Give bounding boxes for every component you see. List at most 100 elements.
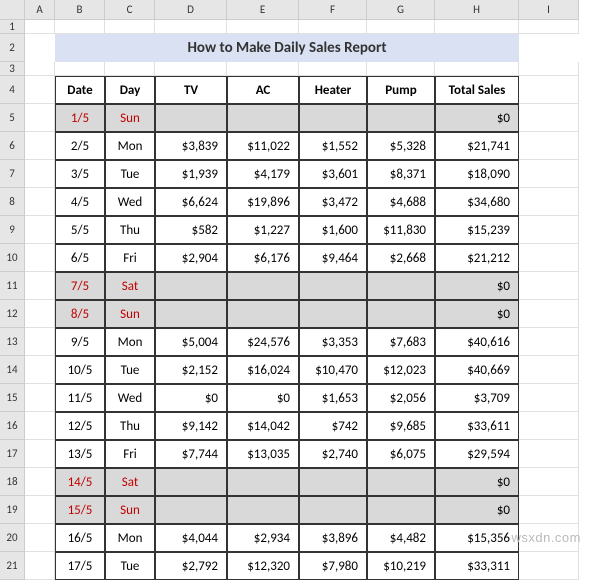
cell-heater[interactable] — [299, 104, 367, 132]
cell-ac[interactable]: $4,179 — [227, 160, 299, 188]
cell-tv[interactable]: $2,904 — [155, 244, 227, 272]
cell-tv[interactable] — [155, 300, 227, 328]
cell-total[interactable]: $33,611 — [435, 412, 519, 440]
cell[interactable] — [519, 188, 579, 216]
cell-ac[interactable] — [227, 496, 299, 524]
cell-total[interactable]: $21,741 — [435, 132, 519, 160]
cell[interactable] — [519, 300, 579, 328]
cell-day[interactable]: Thu — [105, 216, 155, 244]
cell[interactable] — [435, 62, 519, 76]
cell-heater[interactable] — [299, 300, 367, 328]
cell-day[interactable]: Sun — [105, 300, 155, 328]
cell-heater[interactable]: $9,464 — [299, 244, 367, 272]
cell[interactable] — [25, 160, 55, 188]
cell[interactable] — [25, 412, 55, 440]
column-header[interactable]: B — [55, 0, 105, 20]
cell-ac[interactable]: $13,035 — [227, 440, 299, 468]
cell-heater[interactable]: $1,600 — [299, 216, 367, 244]
cell-day[interactable]: Tue — [105, 356, 155, 384]
cell-total[interactable]: $0 — [435, 468, 519, 496]
cell-pump[interactable] — [367, 272, 435, 300]
cell[interactable] — [25, 76, 55, 104]
column-header[interactable]: D — [155, 0, 227, 20]
cell-tv[interactable]: $2,792 — [155, 552, 227, 580]
cell-pump[interactable]: $2,668 — [367, 244, 435, 272]
cell-day[interactable]: Sun — [105, 104, 155, 132]
row-header[interactable]: 14 — [0, 356, 25, 384]
cell-total[interactable]: $15,356 — [435, 524, 519, 552]
cell-pump[interactable]: $10,219 — [367, 552, 435, 580]
cell[interactable] — [25, 272, 55, 300]
cell[interactable] — [367, 20, 435, 34]
row-header[interactable]: 5 — [0, 104, 25, 132]
cell-date[interactable]: 6/5 — [55, 244, 105, 272]
cell-total[interactable]: $0 — [435, 272, 519, 300]
row-header[interactable]: 1 — [0, 20, 25, 34]
cell-ac[interactable] — [227, 272, 299, 300]
cell[interactable] — [25, 496, 55, 524]
column-header[interactable]: F — [299, 0, 367, 20]
cell-total[interactable]: $21,212 — [435, 244, 519, 272]
cell-date[interactable]: 15/5 — [55, 496, 105, 524]
cell-total[interactable]: $40,616 — [435, 328, 519, 356]
cell-tv[interactable] — [155, 496, 227, 524]
cell[interactable] — [519, 244, 579, 272]
cell-ac[interactable] — [227, 104, 299, 132]
cell[interactable] — [25, 328, 55, 356]
cell-day[interactable]: Mon — [105, 328, 155, 356]
cell-tv[interactable]: $9,142 — [155, 412, 227, 440]
row-header[interactable]: 19 — [0, 496, 25, 524]
cell[interactable] — [519, 160, 579, 188]
cell-total[interactable]: $40,669 — [435, 356, 519, 384]
cell-heater[interactable] — [299, 272, 367, 300]
cell-date[interactable]: 12/5 — [55, 412, 105, 440]
cell[interactable] — [25, 300, 55, 328]
row-header[interactable]: 4 — [0, 76, 25, 104]
cell-pump[interactable]: $6,075 — [367, 440, 435, 468]
cell[interactable] — [519, 104, 579, 132]
cell[interactable] — [25, 524, 55, 552]
cell-heater[interactable]: $10,470 — [299, 356, 367, 384]
cell-day[interactable]: Sun — [105, 496, 155, 524]
row-header[interactable]: 2 — [0, 34, 25, 62]
row-header[interactable]: 3 — [0, 62, 25, 76]
cell-pump[interactable] — [367, 496, 435, 524]
cell[interactable] — [519, 412, 579, 440]
cell-heater[interactable] — [299, 496, 367, 524]
cell-ac[interactable]: $14,042 — [227, 412, 299, 440]
select-all-corner[interactable] — [0, 0, 25, 20]
cell[interactable] — [105, 62, 155, 76]
column-header[interactable]: A — [25, 0, 55, 20]
cell-total[interactable]: $0 — [435, 104, 519, 132]
header-ac[interactable]: AC — [227, 76, 299, 104]
column-header[interactable]: G — [367, 0, 435, 20]
cell-heater[interactable]: $3,472 — [299, 188, 367, 216]
cell[interactable] — [55, 20, 105, 34]
cell-total[interactable]: $0 — [435, 300, 519, 328]
cell[interactable] — [519, 272, 579, 300]
cell-pump[interactable]: $5,328 — [367, 132, 435, 160]
cell-pump[interactable]: $4,482 — [367, 524, 435, 552]
cell[interactable] — [155, 20, 227, 34]
cell-day[interactable]: Mon — [105, 524, 155, 552]
cell-day[interactable]: Thu — [105, 412, 155, 440]
cell-tv[interactable]: $582 — [155, 216, 227, 244]
cell-heater[interactable]: $7,980 — [299, 552, 367, 580]
cell-date[interactable]: 4/5 — [55, 188, 105, 216]
cell-tv[interactable] — [155, 272, 227, 300]
cell-heater[interactable]: $742 — [299, 412, 367, 440]
row-header[interactable]: 17 — [0, 440, 25, 468]
cell-total[interactable]: $3,709 — [435, 384, 519, 412]
cell[interactable] — [25, 104, 55, 132]
cell-heater[interactable] — [299, 468, 367, 496]
cell-day[interactable]: Mon — [105, 132, 155, 160]
row-header[interactable]: 9 — [0, 216, 25, 244]
cell-total[interactable]: $18,090 — [435, 160, 519, 188]
cell-total[interactable]: $29,594 — [435, 440, 519, 468]
cell-total[interactable]: $15,239 — [435, 216, 519, 244]
cell-total[interactable]: $34,680 — [435, 188, 519, 216]
cell-day[interactable]: Sat — [105, 468, 155, 496]
cell-day[interactable]: Tue — [105, 160, 155, 188]
cell-ac[interactable]: $24,576 — [227, 328, 299, 356]
cell-tv[interactable]: $4,044 — [155, 524, 227, 552]
